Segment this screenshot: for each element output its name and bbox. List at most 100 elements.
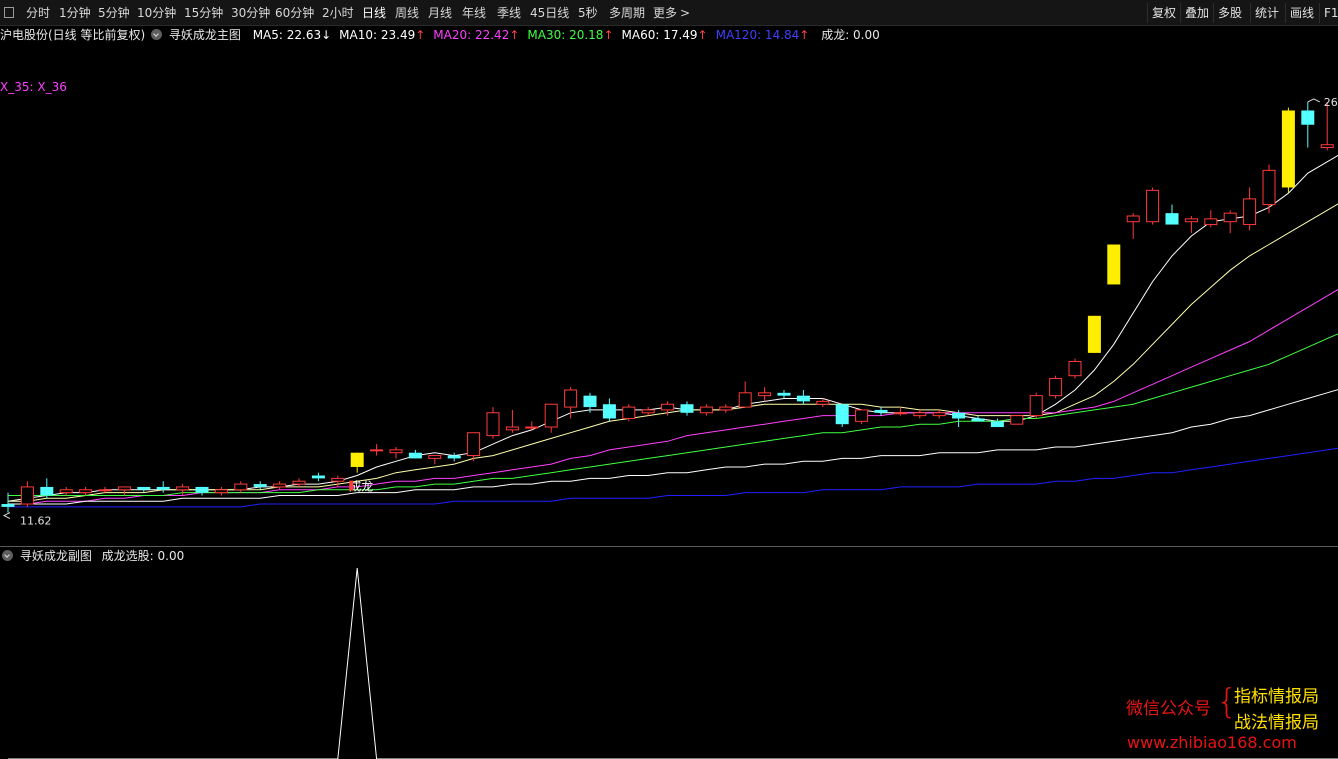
ma-line (8, 333, 1338, 496)
candle-body (1301, 110, 1315, 125)
ma-trend-arrow-icon: ↑ (799, 28, 810, 42)
candle-body (1146, 189, 1160, 223)
candle-body (1243, 198, 1257, 226)
candle-body (1184, 218, 1198, 223)
ma-legend-item: MA120: 14.84↑ (716, 26, 810, 44)
period-tab[interactable]: 5分钟 (98, 0, 130, 26)
indicator-settings-icon[interactable] (151, 29, 163, 40)
candle-body (331, 477, 345, 482)
period-tab[interactable]: 60分钟 (275, 0, 314, 26)
candle-body (428, 455, 442, 459)
main-indicator-name[interactable]: 寻妖成龙主图 (169, 26, 241, 44)
candle-body (893, 412, 907, 415)
candle-body (835, 404, 849, 425)
ma-trend-arrow-icon: ↑ (509, 28, 520, 42)
ma-line (8, 447, 1338, 508)
candle-body (1165, 213, 1179, 225)
candle-body (758, 392, 772, 397)
ma-trend-arrow-icon: ↑ (415, 28, 426, 42)
toolbar-button[interactable]: F1 (1319, 3, 1338, 23)
candle-body (602, 404, 616, 419)
candle-body (370, 449, 384, 452)
ma-trend-arrow-icon: ↓ (321, 28, 332, 42)
toolbar-button[interactable]: 多股 (1213, 3, 1246, 23)
ma-legend-label: MA10: 23.49 (339, 28, 416, 42)
candle-body (234, 483, 248, 491)
period-tab[interactable]: 30分钟 (231, 0, 270, 26)
period-tab[interactable]: 年线 (462, 0, 486, 26)
ma-legend-label: MA60: 17.49 (621, 28, 698, 42)
chenglong-signal-marker (349, 480, 354, 491)
period-tab[interactable]: 月线 (428, 0, 452, 26)
candlestick-chart[interactable]: 26.1711.62成龙 (0, 44, 1338, 546)
period-tab[interactable]: 45日线 (530, 0, 569, 26)
candle-body (1262, 169, 1276, 206)
candle-body (1126, 215, 1140, 223)
candle-body (137, 486, 151, 490)
sub-indicator-chart[interactable] (0, 566, 1338, 759)
candle-body (952, 412, 966, 419)
candle-body (447, 455, 461, 459)
candle-body (1204, 218, 1218, 226)
more-chevron-icon[interactable]: > (680, 0, 690, 26)
candle-body (855, 409, 869, 422)
toolbar-button[interactable]: 画线 (1285, 3, 1318, 23)
candle-body (622, 406, 636, 419)
ma-legend-label: MA30: 20.18 (527, 28, 604, 42)
stock-title: 沪电股份(日线 等比前复权) (0, 28, 146, 42)
candle-body (913, 412, 927, 417)
toolbar-button[interactable]: 统计 (1250, 3, 1283, 23)
candle-body (932, 412, 946, 417)
ma-trend-arrow-icon: ↑ (603, 28, 614, 42)
toolbar-button[interactable]: 叠加 (1180, 3, 1213, 23)
candle-body (311, 475, 325, 479)
window-square-icon[interactable] (4, 7, 14, 18)
ma-legend-label: MA20: 22.42 (433, 28, 510, 42)
chenglong-value: 成龙: 0.00 (821, 28, 880, 42)
toolbar-button[interactable]: 复权 (1147, 3, 1180, 23)
chenglong-xuangu-line (8, 567, 1338, 759)
candle-body (1320, 144, 1334, 149)
period-tab[interactable]: 1分钟 (59, 0, 91, 26)
period-tab[interactable]: 分时 (26, 0, 50, 26)
ma-line (7, 154, 1338, 502)
candle-body (467, 432, 481, 457)
candle-body (564, 389, 578, 408)
ma-legend-items: MA5: 22.63↓ MA10: 23.49↑ MA20: 22.42↑ MA30:… (253, 26, 818, 44)
period-tab[interactable]: 10分钟 (137, 0, 176, 26)
period-tab[interactable]: 季线 (497, 0, 521, 26)
main-legend: 沪电股份(日线 等比前复权) 寻妖成龙主图 MA5: 22.63↓ MA10: 2… (0, 26, 880, 44)
candle-body (408, 452, 422, 459)
candle-body (777, 392, 791, 396)
low-marker (2, 512, 11, 520)
candle-body (156, 486, 170, 490)
sub-indicator-settings-icon[interactable] (2, 550, 13, 561)
period-tab[interactable]: 周线 (395, 0, 419, 26)
period-tab[interactable]: 2小时 (322, 0, 354, 26)
candle-body (1068, 360, 1082, 377)
candle-body (1087, 315, 1101, 353)
period-tab[interactable]: 15分钟 (184, 0, 223, 26)
period-tab[interactable]: 多周期 (609, 0, 645, 26)
price-high-label: 26.17 (1324, 96, 1338, 109)
candle-body (544, 403, 558, 428)
candle-body (79, 489, 93, 494)
candle-body (1049, 378, 1063, 397)
candle-body (525, 426, 539, 429)
candle-body (214, 489, 228, 494)
candle-body (59, 489, 73, 494)
ma-line (8, 389, 1338, 505)
period-tab[interactable]: 更多 (653, 0, 677, 26)
watermark-bottom-right: 战法情报局 (1234, 713, 1319, 733)
period-tab[interactable]: 日线 (362, 0, 386, 26)
pane-divider[interactable] (0, 546, 1338, 547)
ma-legend-item: MA5: 22.63↓ (253, 26, 331, 44)
ma-trend-arrow-icon: ↑ (697, 28, 708, 42)
candle-body (195, 486, 209, 493)
period-tab[interactable]: 5秒 (578, 0, 598, 26)
ma-legend-item: MA30: 20.18↑ (527, 26, 613, 44)
candle-body (1107, 244, 1121, 285)
watermark-url: www.zhibiao168.com (1127, 733, 1297, 752)
sub-indicator-name[interactable]: 寻妖成龙副图 (20, 547, 92, 565)
candle-body (486, 412, 500, 437)
